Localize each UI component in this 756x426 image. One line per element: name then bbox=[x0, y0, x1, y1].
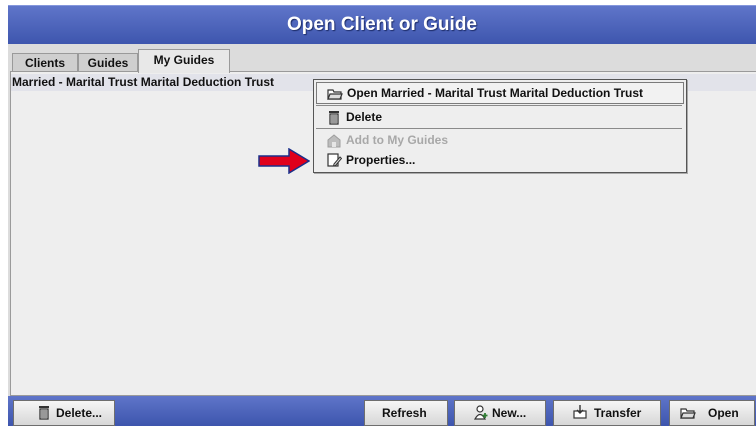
menu-item-open-label: Open Married - Marital Trust Marital Ded… bbox=[347, 86, 644, 100]
menu-item-add-label: Add to My Guides bbox=[346, 133, 448, 147]
tab-clients[interactable]: Clients bbox=[12, 53, 78, 72]
menu-separator bbox=[316, 105, 682, 106]
red-arrow-icon bbox=[258, 148, 310, 174]
menu-item-properties[interactable]: Properties... bbox=[316, 150, 682, 170]
add-guide-icon bbox=[326, 132, 342, 148]
trash-icon bbox=[326, 109, 342, 125]
new-user-icon bbox=[473, 404, 489, 420]
context-menu: Open Married - Marital Trust Marital Ded… bbox=[313, 79, 687, 173]
new-button-label: New... bbox=[492, 406, 527, 420]
transfer-button-label: Transfer bbox=[594, 406, 642, 420]
new-button[interactable]: New... bbox=[454, 400, 546, 426]
button-bar: Delete... Refresh New... Transfer Open bbox=[8, 396, 756, 426]
delete-button-label: Delete... bbox=[56, 406, 103, 420]
window-title: Open Client or Guide bbox=[286, 14, 477, 35]
transfer-icon bbox=[572, 404, 588, 420]
delete-button[interactable]: Delete... bbox=[13, 400, 115, 426]
title-bar: Open Client or Guide bbox=[8, 5, 756, 45]
transfer-button[interactable]: Transfer bbox=[553, 400, 661, 426]
open-button[interactable]: Open bbox=[669, 400, 755, 426]
menu-item-delete-label: Delete bbox=[346, 110, 383, 124]
folder-open-icon bbox=[327, 85, 343, 101]
menu-separator bbox=[316, 128, 682, 129]
tab-guides[interactable]: Guides bbox=[78, 53, 138, 72]
refresh-button[interactable]: Refresh bbox=[364, 400, 448, 426]
tab-my-guides[interactable]: My Guides bbox=[138, 49, 230, 73]
properties-icon bbox=[326, 152, 343, 168]
menu-item-properties-label: Properties... bbox=[346, 153, 416, 167]
menu-item-add-to-my-guides: Add to My Guides bbox=[316, 130, 682, 150]
open-client-dialog: Open Client or Guide Clients Guides My G… bbox=[0, 0, 756, 426]
trash-icon bbox=[36, 404, 52, 420]
menu-item-open[interactable]: Open Married - Marital Trust Marital Ded… bbox=[316, 82, 684, 104]
menu-item-delete[interactable]: Delete bbox=[316, 107, 682, 127]
refresh-button-label: Refresh bbox=[382, 406, 427, 420]
folder-open-icon bbox=[680, 404, 696, 420]
list-item-label: Married - Marital Trust Marital Deductio… bbox=[12, 75, 275, 89]
open-button-label: Open bbox=[708, 406, 739, 420]
